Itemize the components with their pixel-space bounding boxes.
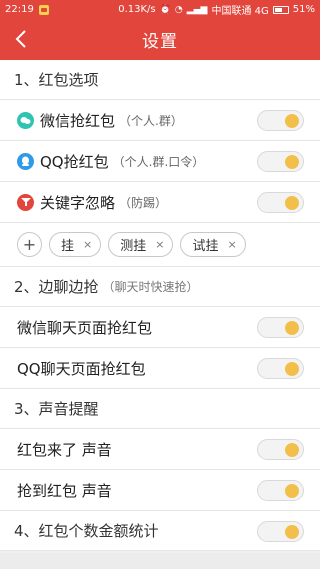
setting-row-keyword[interactable]: 关键字忽略 （防踢）: [0, 182, 320, 223]
keyword-chip-label: 试挂: [192, 239, 219, 254]
settings-list: 1、红包选项 微信抢红包 （个人.群） QQ抢红包 （个人.群.口令） 关键字忽…: [0, 60, 320, 551]
remove-keyword-button[interactable]: ×: [227, 238, 236, 251]
section-title: 3、声音提醒: [14, 400, 99, 418]
setting-label: 红包来了 声音: [17, 440, 112, 459]
qq-toggle[interactable]: [257, 151, 304, 172]
setting-row-qq[interactable]: QQ抢红包 （个人.群.口令）: [0, 141, 320, 182]
keyword-chip-label: 测挂: [120, 239, 147, 254]
battery-icon: [272, 5, 289, 14]
setting-label: QQ抢红包: [40, 152, 109, 171]
network-speed: 0.13K/s: [118, 4, 156, 15]
top-navigation-bar: 设置: [0, 19, 320, 60]
qq-icon: [17, 152, 34, 170]
setting-sublabel: （防踢）: [119, 195, 168, 210]
add-keyword-button[interactable]: +: [17, 232, 42, 257]
section-header-sound: 3、声音提醒: [0, 389, 320, 429]
section-header-stats[interactable]: 4、红包个数金额统计: [0, 511, 320, 551]
keyword-chip: 测挂 ×: [108, 232, 174, 257]
toggle-knob: [285, 196, 299, 210]
toggle-knob: [285, 321, 299, 335]
signal-icon: ▂▄▆: [186, 4, 208, 15]
carrier-label: 中国联通 4G: [211, 6, 269, 17]
toggle-knob: [285, 114, 299, 128]
qq-chat-toggle[interactable]: [257, 358, 304, 379]
section-header-sidechat: 2、边聊边抢 （聊天时快速抢）: [0, 267, 320, 307]
setting-label: 微信抢红包: [40, 111, 116, 130]
setting-row-qq-chat[interactable]: QQ聊天页面抢红包: [0, 348, 320, 389]
setting-label: 微信聊天页面抢红包: [17, 318, 153, 337]
setting-row-sound-got[interactable]: 抢到红包 声音: [0, 470, 320, 511]
chevron-left-icon: [15, 30, 26, 48]
toggle-knob: [285, 525, 299, 539]
remove-keyword-button[interactable]: ×: [155, 238, 164, 251]
setting-sublabel: （个人.群.口令）: [112, 154, 205, 169]
keyword-chip: 试挂 ×: [180, 232, 246, 257]
funnel-icon: [17, 193, 34, 211]
toggle-knob: [285, 155, 299, 169]
stats-toggle[interactable]: [257, 521, 304, 542]
setting-row-wechat-chat[interactable]: 微信聊天页面抢红包: [0, 307, 320, 348]
battery-level: 51%: [292, 4, 315, 15]
setting-label: QQ聊天页面抢红包: [17, 359, 146, 378]
wifi-icon: ◔: [174, 4, 183, 15]
notification-icon: [38, 4, 49, 15]
status-bar: 22:19 0.13K/s ⏰ ◔ ▂▄▆ 中国联通 4G 51%: [0, 0, 320, 19]
toggle-knob: [285, 443, 299, 457]
section-title: 4、红包个数金额统计: [14, 522, 159, 540]
sound-come-toggle[interactable]: [257, 439, 304, 460]
section-title: 2、边聊边抢: [14, 278, 99, 296]
keyword-chip: 挂 ×: [49, 232, 102, 257]
keyword-chip-label: 挂: [61, 239, 75, 254]
keyword-chip-list: + 挂 × 测挂 × 试挂 ×: [0, 223, 320, 267]
wechat-toggle[interactable]: [257, 110, 304, 131]
toggle-knob: [285, 484, 299, 498]
sound-got-toggle[interactable]: [257, 480, 304, 501]
keyword-toggle[interactable]: [257, 192, 304, 213]
wechat-chat-toggle[interactable]: [257, 317, 304, 338]
section-subtitle: （聊天时快速抢）: [102, 280, 199, 294]
section-header-redpacket: 1、红包选项: [0, 60, 320, 100]
setting-sublabel: （个人.群）: [119, 113, 183, 128]
back-button[interactable]: [10, 27, 32, 51]
section-title: 1、红包选项: [14, 71, 99, 89]
status-time: 22:19: [5, 4, 34, 15]
bottom-spacer: [0, 553, 320, 569]
setting-row-sound-come[interactable]: 红包来了 声音: [0, 429, 320, 470]
page-title: 设置: [142, 32, 178, 52]
wechat-icon: [17, 111, 34, 129]
setting-row-wechat[interactable]: 微信抢红包 （个人.群）: [0, 100, 320, 141]
setting-label: 关键字忽略: [40, 193, 116, 212]
toggle-knob: [285, 362, 299, 376]
setting-label: 抢到红包 声音: [17, 481, 112, 500]
alarm-icon: ⏰: [159, 4, 171, 15]
remove-keyword-button[interactable]: ×: [83, 238, 92, 251]
